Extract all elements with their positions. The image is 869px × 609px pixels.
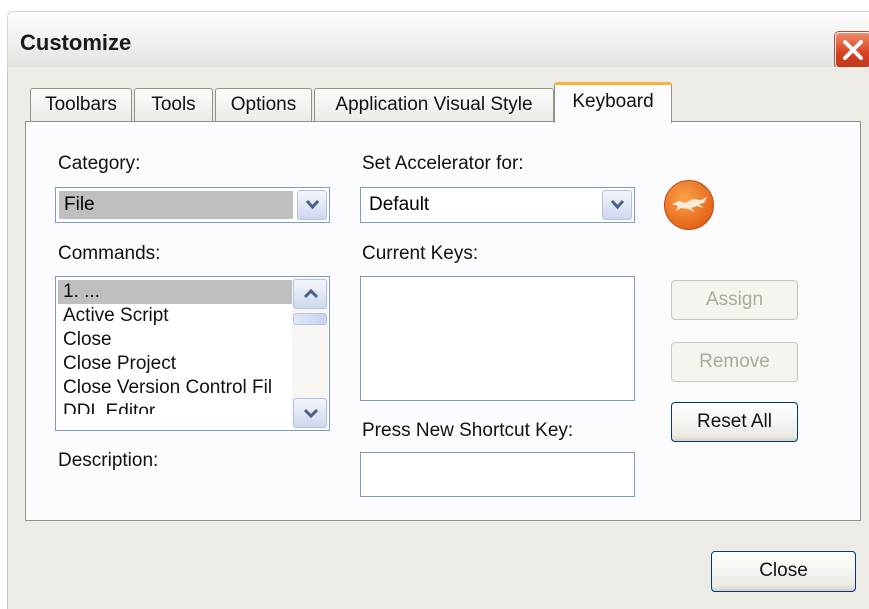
- list-item[interactable]: DDL Editor: [58, 400, 292, 414]
- chevron-down-icon: [306, 200, 319, 210]
- tab-application-visual-style[interactable]: Application Visual Style: [314, 88, 554, 121]
- list-item[interactable]: Close Project: [58, 352, 292, 376]
- assign-button[interactable]: Assign: [671, 280, 798, 320]
- current-keys-label: Current Keys:: [362, 243, 479, 264]
- category-dropdown-button[interactable]: [297, 190, 327, 220]
- scroll-down-button[interactable]: [293, 398, 327, 428]
- app-logo-icon: [664, 180, 714, 230]
- chevron-down-icon: [611, 200, 624, 210]
- tab-label: Keyboard: [572, 91, 654, 112]
- tab-label: Options: [230, 94, 297, 115]
- accelerator-dropdown[interactable]: Default: [360, 187, 635, 223]
- category-value: File: [59, 191, 293, 219]
- category-label: Category:: [58, 153, 141, 174]
- list-item[interactable]: Active Script: [58, 304, 292, 328]
- scroll-thumb[interactable]: [293, 313, 327, 325]
- category-dropdown[interactable]: File: [55, 187, 330, 223]
- tab-options[interactable]: Options: [215, 88, 312, 121]
- shortcut-label: Press New Shortcut Key:: [362, 420, 574, 441]
- tab-label: Application Visual Style: [335, 94, 533, 115]
- list-item[interactable]: 1. ...: [58, 280, 292, 304]
- running-animal-icon: [672, 197, 707, 212]
- tab-label: Toolbars: [45, 94, 117, 115]
- shortcut-key-input[interactable]: [360, 452, 635, 497]
- chevron-up-icon: [304, 289, 318, 299]
- tab-toolbars[interactable]: Toolbars: [30, 88, 132, 121]
- title-bar: Customize: [7, 11, 869, 69]
- scroll-up-button[interactable]: [293, 279, 327, 309]
- commands-label: Commands:: [58, 243, 161, 264]
- close-button[interactable]: Close: [711, 551, 856, 592]
- list-item[interactable]: Close: [58, 328, 292, 352]
- chevron-down-icon: [304, 408, 318, 418]
- tab-tools[interactable]: Tools: [134, 88, 213, 121]
- close-window-button[interactable]: [834, 31, 869, 69]
- commands-scrollbar[interactable]: [292, 278, 328, 429]
- dialog-title: Customize: [20, 30, 132, 55]
- accelerator-value: Default: [369, 194, 430, 215]
- current-keys-list[interactable]: [360, 276, 635, 401]
- tab-keyboard[interactable]: Keyboard: [554, 82, 672, 123]
- remove-button[interactable]: Remove: [671, 342, 798, 382]
- commands-list[interactable]: 1. ... Active Script Close Close Project…: [55, 276, 330, 431]
- accelerator-dropdown-button[interactable]: [602, 190, 632, 220]
- list-item[interactable]: Close Version Control Fil: [58, 376, 292, 400]
- description-label: Description:: [58, 450, 159, 471]
- customize-dialog: Customize Toolbars Tools Options Applica…: [0, 0, 869, 609]
- accelerator-label: Set Accelerator for:: [362, 153, 524, 174]
- reset-all-button[interactable]: Reset All: [671, 402, 798, 442]
- tab-label: Tools: [151, 94, 196, 115]
- close-icon: [843, 40, 863, 60]
